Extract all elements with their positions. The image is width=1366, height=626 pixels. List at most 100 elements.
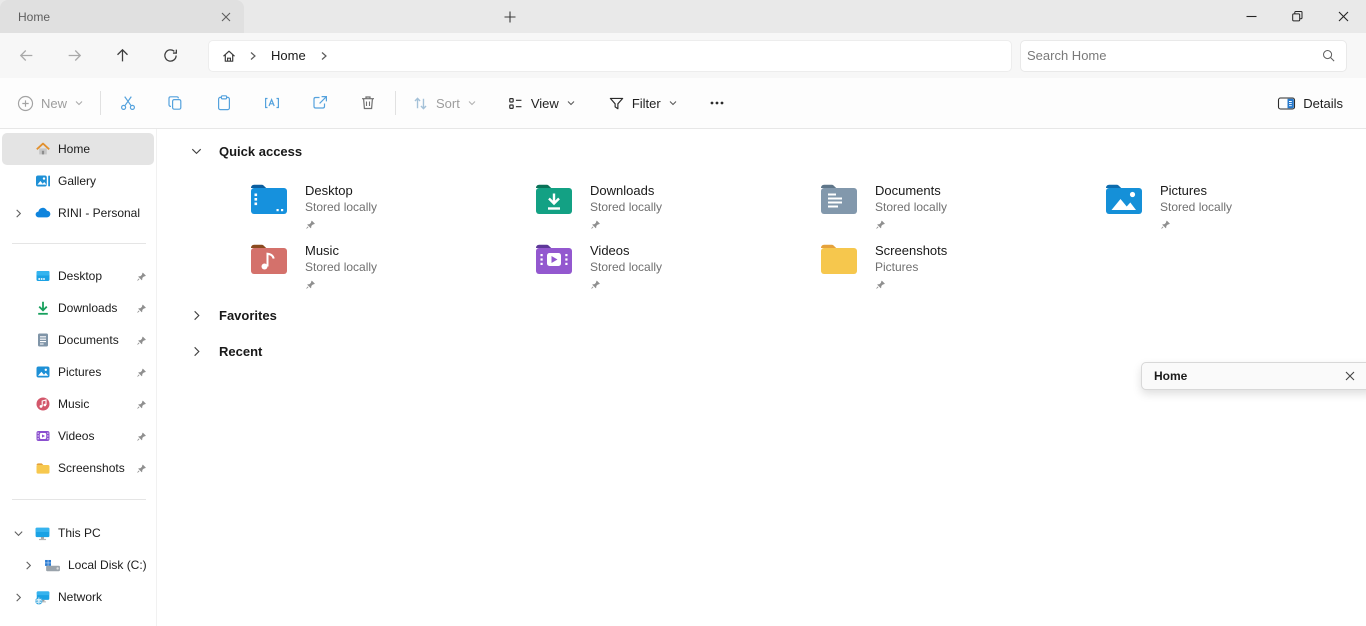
tile-name: Desktop — [305, 183, 377, 199]
desktop-folder-icon — [250, 183, 288, 230]
tile-subtitle: Stored locally — [875, 200, 947, 215]
tile-subtitle: Stored locally — [305, 200, 377, 215]
command-toolbar: New Sort — [0, 78, 1366, 129]
new-tab-button[interactable] — [496, 4, 524, 29]
tile-downloads[interactable]: Downloads Stored locally — [535, 183, 807, 230]
network-icon — [34, 589, 51, 606]
maximize-button[interactable] — [1274, 0, 1320, 33]
tile-videos[interactable]: Videos Stored locally — [535, 243, 807, 290]
search-box[interactable] — [1020, 40, 1347, 72]
section-label: Quick access — [219, 144, 302, 159]
search-icon[interactable] — [1321, 48, 1336, 63]
local-disk-icon — [44, 557, 61, 574]
documents-icon — [34, 332, 51, 349]
sidebar-item-videos[interactable]: Videos — [2, 420, 154, 452]
sidebar-item-this-pc[interactable]: This PC — [2, 517, 154, 549]
address-bar[interactable]: Home — [208, 40, 1012, 72]
ellipsis-icon — [708, 94, 726, 112]
tooltip-close-icon[interactable] — [1341, 367, 1359, 385]
tile-screenshots[interactable]: Screenshots Pictures — [820, 243, 1092, 290]
new-button[interactable]: New — [8, 85, 93, 121]
navigation-pane: Home Gallery RINI - Personal — [0, 129, 157, 626]
tile-subtitle: Pictures — [875, 260, 947, 275]
pin-icon — [136, 431, 147, 442]
back-button[interactable] — [2, 38, 50, 74]
pin-icon — [1160, 219, 1232, 230]
breadcrumb-chevron-icon[interactable] — [318, 50, 330, 62]
pin-icon — [136, 271, 147, 282]
music-folder-icon — [250, 243, 288, 290]
minimize-button[interactable] — [1228, 0, 1274, 33]
sidebar-item-documents[interactable]: Documents — [2, 324, 154, 356]
sidebar-item-desktop[interactable]: Desktop — [2, 260, 154, 292]
sidebar-item-music[interactable]: Music — [2, 388, 154, 420]
pictures-icon — [34, 364, 51, 381]
tooltip-label: Home — [1154, 369, 1187, 383]
filter-button[interactable]: Filter — [599, 85, 687, 121]
sidebar-item-label: Network — [58, 590, 102, 604]
rename-button[interactable] — [252, 85, 292, 121]
sidebar-item-onedrive[interactable]: RINI - Personal — [2, 197, 154, 229]
tile-music[interactable]: Music Stored locally — [250, 243, 522, 290]
sidebar-item-pictures[interactable]: Pictures — [2, 356, 154, 388]
sidebar-item-label: Desktop — [58, 269, 102, 283]
pin-icon — [305, 279, 377, 290]
pin-icon — [590, 219, 662, 230]
chevron-right-icon[interactable] — [12, 560, 44, 571]
tab-close-icon[interactable] — [216, 7, 236, 27]
details-button[interactable]: Details — [1268, 85, 1352, 121]
pin-icon — [136, 367, 147, 378]
tile-name: Music — [305, 243, 377, 259]
screenshots-folder-icon — [820, 243, 858, 290]
cut-button[interactable] — [108, 85, 148, 121]
up-button[interactable] — [98, 38, 146, 74]
downloads-folder-icon — [535, 183, 573, 230]
forward-button[interactable] — [50, 38, 98, 74]
close-button[interactable] — [1320, 0, 1366, 33]
tab-home[interactable]: Home — [0, 0, 244, 33]
paste-button[interactable] — [204, 85, 244, 121]
details-label: Details — [1303, 96, 1343, 111]
chevron-right-icon[interactable] — [2, 592, 34, 603]
sidebar-item-gallery[interactable]: Gallery — [2, 165, 154, 197]
sidebar-item-label: RINI - Personal — [58, 206, 140, 220]
refresh-button[interactable] — [146, 38, 194, 74]
chevron-right-icon[interactable] — [190, 309, 203, 322]
chevron-down-icon[interactable] — [2, 528, 34, 539]
section-label: Recent — [219, 344, 262, 359]
home-icon — [34, 141, 51, 158]
pin-icon — [136, 335, 147, 346]
chevron-right-icon[interactable] — [190, 345, 203, 358]
tile-pictures[interactable]: Pictures Stored locally — [1105, 183, 1366, 230]
chevron-down-icon[interactable] — [190, 145, 203, 158]
sidebar-item-network[interactable]: Network — [2, 581, 154, 613]
filter-icon — [608, 95, 625, 112]
sidebar-item-downloads[interactable]: Downloads — [2, 292, 154, 324]
sidebar-item-home[interactable]: Home — [2, 133, 154, 165]
window-controls — [1228, 0, 1366, 33]
chevron-right-icon[interactable] — [2, 208, 34, 219]
breadcrumb-chevron-icon[interactable] — [247, 50, 259, 62]
share-button[interactable] — [300, 85, 340, 121]
tile-desktop[interactable]: Desktop Stored locally — [250, 183, 522, 230]
toolbar-separator — [395, 91, 396, 115]
home-tooltip: Home — [1141, 362, 1366, 390]
home-breadcrumb-icon[interactable] — [217, 44, 241, 68]
delete-button[interactable] — [348, 85, 388, 121]
more-options-button[interactable] — [697, 85, 737, 121]
tile-documents[interactable]: Documents Stored locally — [820, 183, 1092, 230]
search-input[interactable] — [1027, 48, 1321, 63]
chevron-down-icon — [668, 98, 678, 108]
view-button[interactable]: View — [498, 85, 585, 121]
sidebar-item-screenshots[interactable]: Screenshots — [2, 452, 154, 484]
sidebar-item-local-disk-c[interactable]: Local Disk (C:) — [2, 549, 154, 581]
onedrive-cloud-icon — [34, 205, 51, 222]
section-favorites[interactable]: Favorites — [190, 308, 277, 323]
section-recent[interactable]: Recent — [190, 344, 262, 359]
breadcrumb-segment-home[interactable]: Home — [265, 46, 312, 65]
copy-button[interactable] — [156, 85, 196, 121]
sidebar-item-label: Gallery — [58, 174, 96, 188]
navigation-bar: Home — [0, 33, 1366, 78]
section-quick-access[interactable]: Quick access — [190, 144, 302, 159]
sort-button[interactable]: Sort — [403, 85, 486, 121]
